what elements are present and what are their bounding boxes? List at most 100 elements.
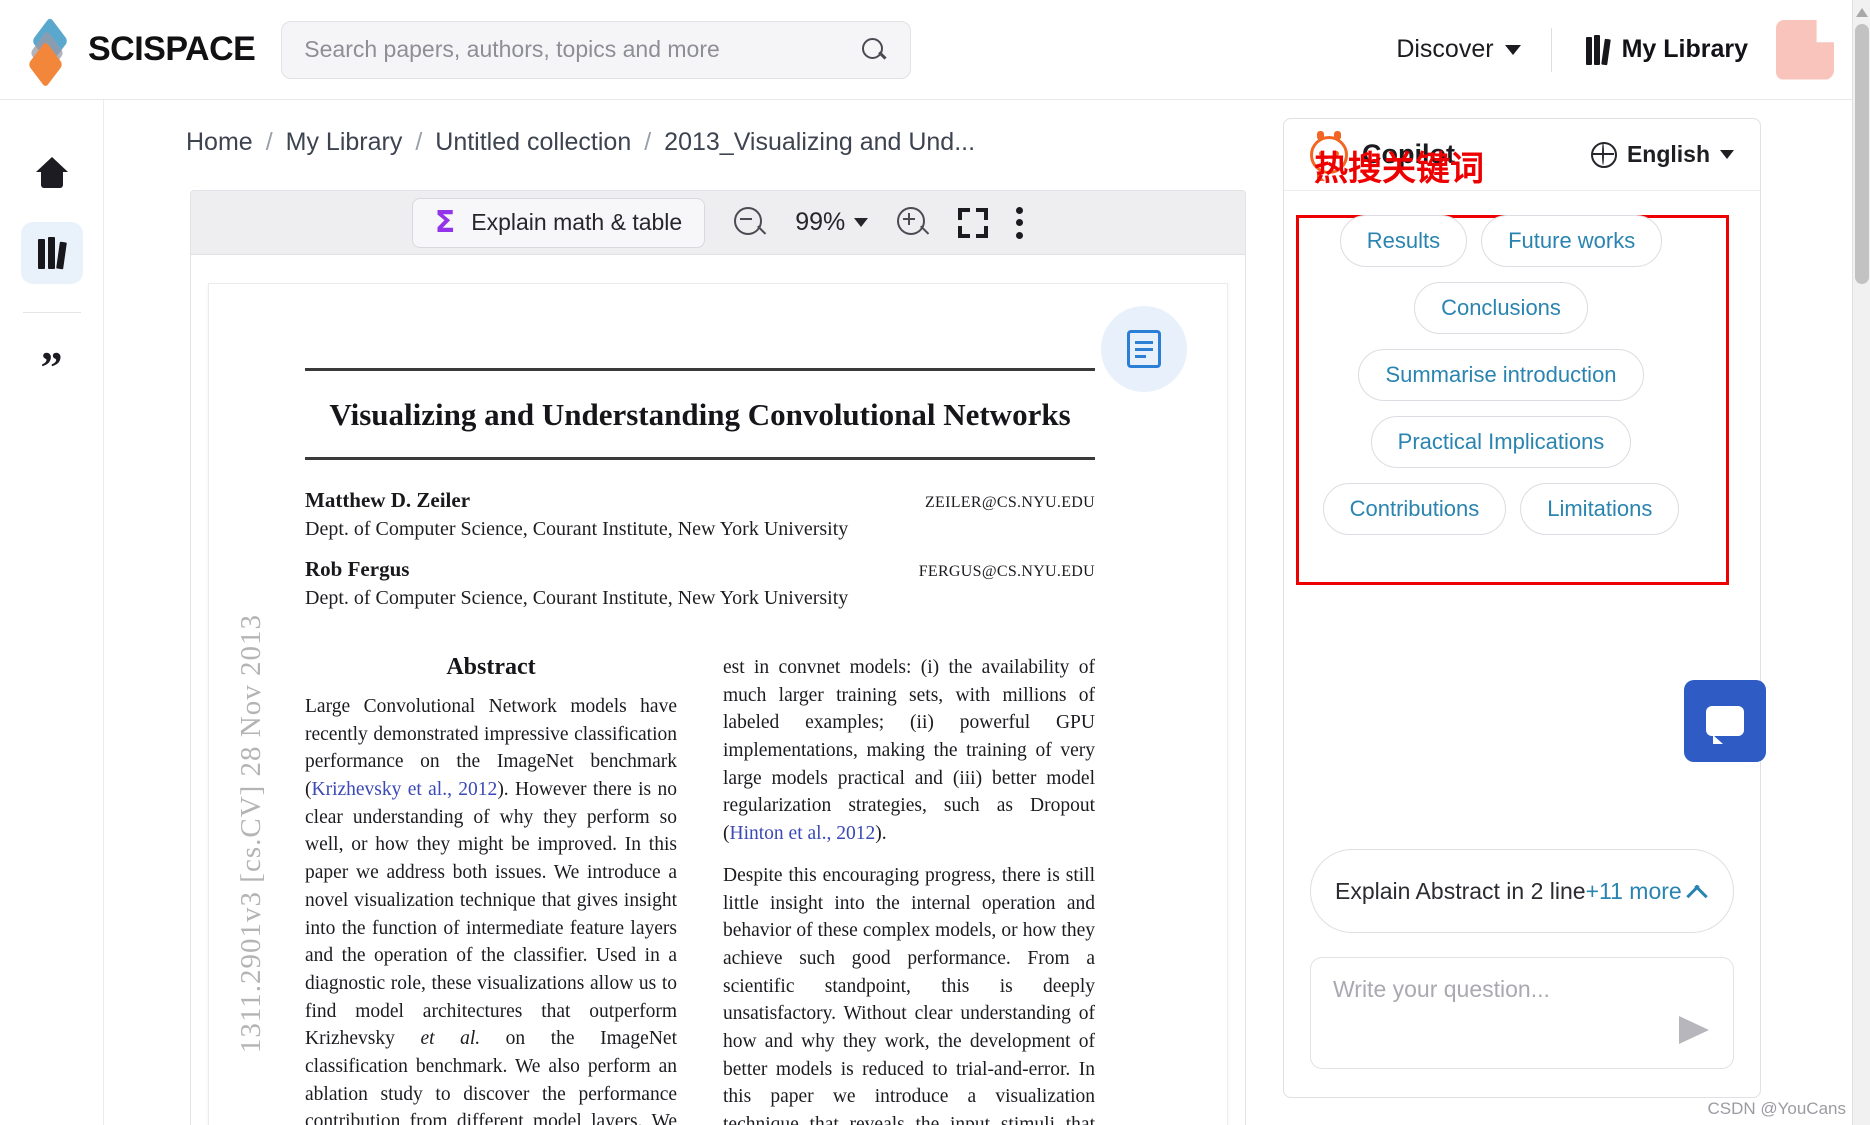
discover-menu[interactable]: Discover bbox=[1366, 35, 1550, 64]
chip-practical-implications[interactable]: Practical Implications bbox=[1370, 416, 1632, 468]
author-name: Rob Fergus bbox=[305, 557, 410, 581]
page-scrollbar[interactable] bbox=[1852, 0, 1870, 1125]
arxiv-stamp: 1311.2901v3 [cs.CV] 28 Nov 2013 bbox=[235, 614, 267, 1054]
breadcrumb: Home / My Library / Untitled collection … bbox=[186, 128, 975, 157]
sidebar-item-citations[interactable]: ” bbox=[21, 337, 83, 399]
copilot-panel: Copilot English 热搜关键词 Results Future wor… bbox=[1283, 118, 1761, 1098]
abstract-italic: et al. bbox=[420, 1028, 481, 1050]
question-input[interactable] bbox=[1333, 976, 1673, 1036]
author-affiliation: Dept. of Computer Science, Courant Insti… bbox=[305, 587, 849, 609]
my-library-button[interactable]: My Library bbox=[1552, 34, 1776, 65]
fullscreen-icon[interactable] bbox=[958, 207, 989, 238]
breadcrumb-separator: / bbox=[265, 128, 273, 156]
left-sidebar: ” bbox=[0, 100, 104, 1125]
author-block: Matthew D. Zeiler ZEILER@CS.NYU.EDU Dept… bbox=[305, 460, 1095, 626]
chip-results[interactable]: Results bbox=[1339, 215, 1468, 267]
globe-icon bbox=[1590, 141, 1617, 168]
chip-contributions[interactable]: Contributions bbox=[1322, 483, 1507, 535]
intro-text-part-2: ). bbox=[875, 823, 887, 845]
citation-hinton[interactable]: Hinton et al., 2012 bbox=[730, 823, 876, 844]
chip-limitations[interactable]: Limitations bbox=[1520, 483, 1680, 535]
top-navbar: SCISPACE Discover My Library bbox=[0, 0, 1852, 100]
sidebar-item-library[interactable] bbox=[20, 222, 83, 284]
app-root: SCISPACE Discover My Library bbox=[0, 0, 1870, 1125]
author-email: FERGUS@CS.NYU.EDU bbox=[918, 563, 1095, 580]
chevron-down-icon bbox=[1504, 44, 1521, 55]
author-row: Rob Fergus FERGUS@CS.NYU.EDU bbox=[305, 557, 1095, 582]
pdf-page: 1311.2901v3 [cs.CV] 28 Nov 2013 Visualiz… bbox=[208, 283, 1228, 1125]
avatar[interactable] bbox=[1776, 19, 1834, 80]
quote-icon: ” bbox=[40, 343, 63, 392]
paper-columns: Abstract Large Convolutional Network mod… bbox=[305, 626, 1095, 1125]
intro-text-part-1: est in convnet models: (i) the availabil… bbox=[723, 657, 1095, 845]
chevron-up-icon[interactable] bbox=[1683, 878, 1709, 904]
breadcrumb-item-collection[interactable]: Untitled collection bbox=[435, 128, 631, 157]
search-bar[interactable] bbox=[281, 20, 912, 79]
intro-text-part-3: Despite this encouraging progress, there… bbox=[723, 864, 1095, 1125]
question-input-box[interactable] bbox=[1310, 957, 1734, 1069]
paper-column-left: Abstract Large Convolutional Network mod… bbox=[305, 654, 677, 1125]
zoom-level-selector[interactable]: 99% bbox=[795, 208, 869, 237]
intro-paragraph-2: Despite this encouraging progress, there… bbox=[723, 848, 1095, 1125]
chevron-down-icon bbox=[854, 218, 869, 227]
send-icon[interactable] bbox=[1679, 1016, 1709, 1044]
more-suggestions-link[interactable]: +11 more bbox=[1586, 878, 1682, 904]
discover-label: Discover bbox=[1396, 35, 1494, 63]
intro-paragraph-1: est in convnet models: (i) the availabil… bbox=[723, 654, 1095, 848]
watermark: CSDN @YouCans bbox=[1707, 1099, 1846, 1118]
breadcrumb-separator: / bbox=[415, 128, 423, 156]
explain-math-table-label: Explain math & table bbox=[471, 209, 683, 235]
document-scroll-area[interactable]: 1311.2901v3 [cs.CV] 28 Nov 2013 Visualiz… bbox=[191, 255, 1245, 1125]
author-row: Matthew D. Zeiler ZEILER@CS.NYU.EDU bbox=[305, 488, 1095, 513]
scroll-up-arrow-icon[interactable] bbox=[1856, 8, 1868, 17]
paper-column-right: est in convnet models: (i) the availabil… bbox=[723, 654, 1095, 1125]
sigma-icon: Σ bbox=[434, 204, 456, 240]
top-right-actions: Discover My Library bbox=[1366, 19, 1852, 80]
citation-krizhevsky[interactable]: Krizhevsky et al., 2012 bbox=[312, 779, 498, 800]
chip-future-works[interactable]: Future works bbox=[1481, 215, 1663, 267]
note-icon bbox=[1127, 330, 1161, 368]
chip-conclusions[interactable]: Conclusions bbox=[1414, 282, 1588, 334]
search-icon[interactable] bbox=[860, 36, 888, 64]
author-name: Matthew D. Zeiler bbox=[305, 488, 471, 512]
abstract-heading: Abstract bbox=[446, 654, 536, 680]
document-viewer: Σ Explain math & table 99% 1311.2901v3 [… bbox=[190, 190, 1246, 1125]
suggestion-label: Explain Abstract in 2 line bbox=[1335, 877, 1586, 904]
author-email: ZEILER@CS.NYU.EDU bbox=[924, 494, 1095, 511]
chip-summarise-introduction[interactable]: Summarise introduction bbox=[1358, 349, 1644, 401]
zoom-level-value: 99% bbox=[795, 208, 846, 236]
more-options-icon[interactable] bbox=[1016, 206, 1024, 239]
suggestion-pill[interactable]: Explain Abstract in 2 line+11 more bbox=[1310, 849, 1734, 933]
paper-title: Visualizing and Understanding Convolutio… bbox=[329, 397, 1071, 432]
breadcrumb-item-home[interactable]: Home bbox=[186, 128, 253, 157]
abstract-paragraph: Large Convolutional Network models have … bbox=[305, 693, 677, 1125]
notes-button[interactable] bbox=[1101, 306, 1187, 392]
scispace-logo-icon bbox=[27, 16, 74, 88]
search-input[interactable] bbox=[304, 36, 861, 63]
abstract-text-part-2: ). However there is no clear understandi… bbox=[305, 779, 677, 1050]
annotation-label: 热搜关键词 bbox=[1314, 149, 1484, 189]
books-icon bbox=[1585, 34, 1611, 65]
chevron-down-icon bbox=[1720, 150, 1734, 159]
brand-name: SCISPACE bbox=[88, 30, 256, 68]
zoom-in-icon[interactable] bbox=[896, 206, 930, 240]
breadcrumb-item-paper[interactable]: 2013_Visualizing and Und... bbox=[664, 128, 975, 157]
breadcrumb-item-library[interactable]: My Library bbox=[286, 128, 403, 157]
zoom-out-icon[interactable] bbox=[733, 206, 767, 240]
language-selector[interactable]: English bbox=[1590, 141, 1734, 168]
brand-logo[interactable]: SCISPACE bbox=[27, 16, 256, 88]
paper-content: Visualizing and Understanding Convolutio… bbox=[305, 368, 1095, 1125]
explain-math-table-button[interactable]: Σ Explain math & table bbox=[411, 197, 706, 248]
sidebar-item-home[interactable] bbox=[21, 142, 83, 204]
sidebar-divider bbox=[22, 312, 81, 313]
my-library-label: My Library bbox=[1621, 35, 1748, 63]
chat-floating-button[interactable] bbox=[1684, 680, 1766, 762]
language-label: English bbox=[1626, 141, 1710, 167]
scrollbar-thumb[interactable] bbox=[1855, 24, 1869, 284]
books-icon bbox=[38, 237, 67, 270]
author-affiliation: Dept. of Computer Science, Courant Insti… bbox=[305, 518, 849, 540]
document-toolbar: Σ Explain math & table 99% bbox=[191, 191, 1245, 255]
home-icon bbox=[35, 157, 69, 189]
breadcrumb-separator: / bbox=[644, 128, 652, 156]
chat-bubble-icon bbox=[1706, 706, 1744, 744]
